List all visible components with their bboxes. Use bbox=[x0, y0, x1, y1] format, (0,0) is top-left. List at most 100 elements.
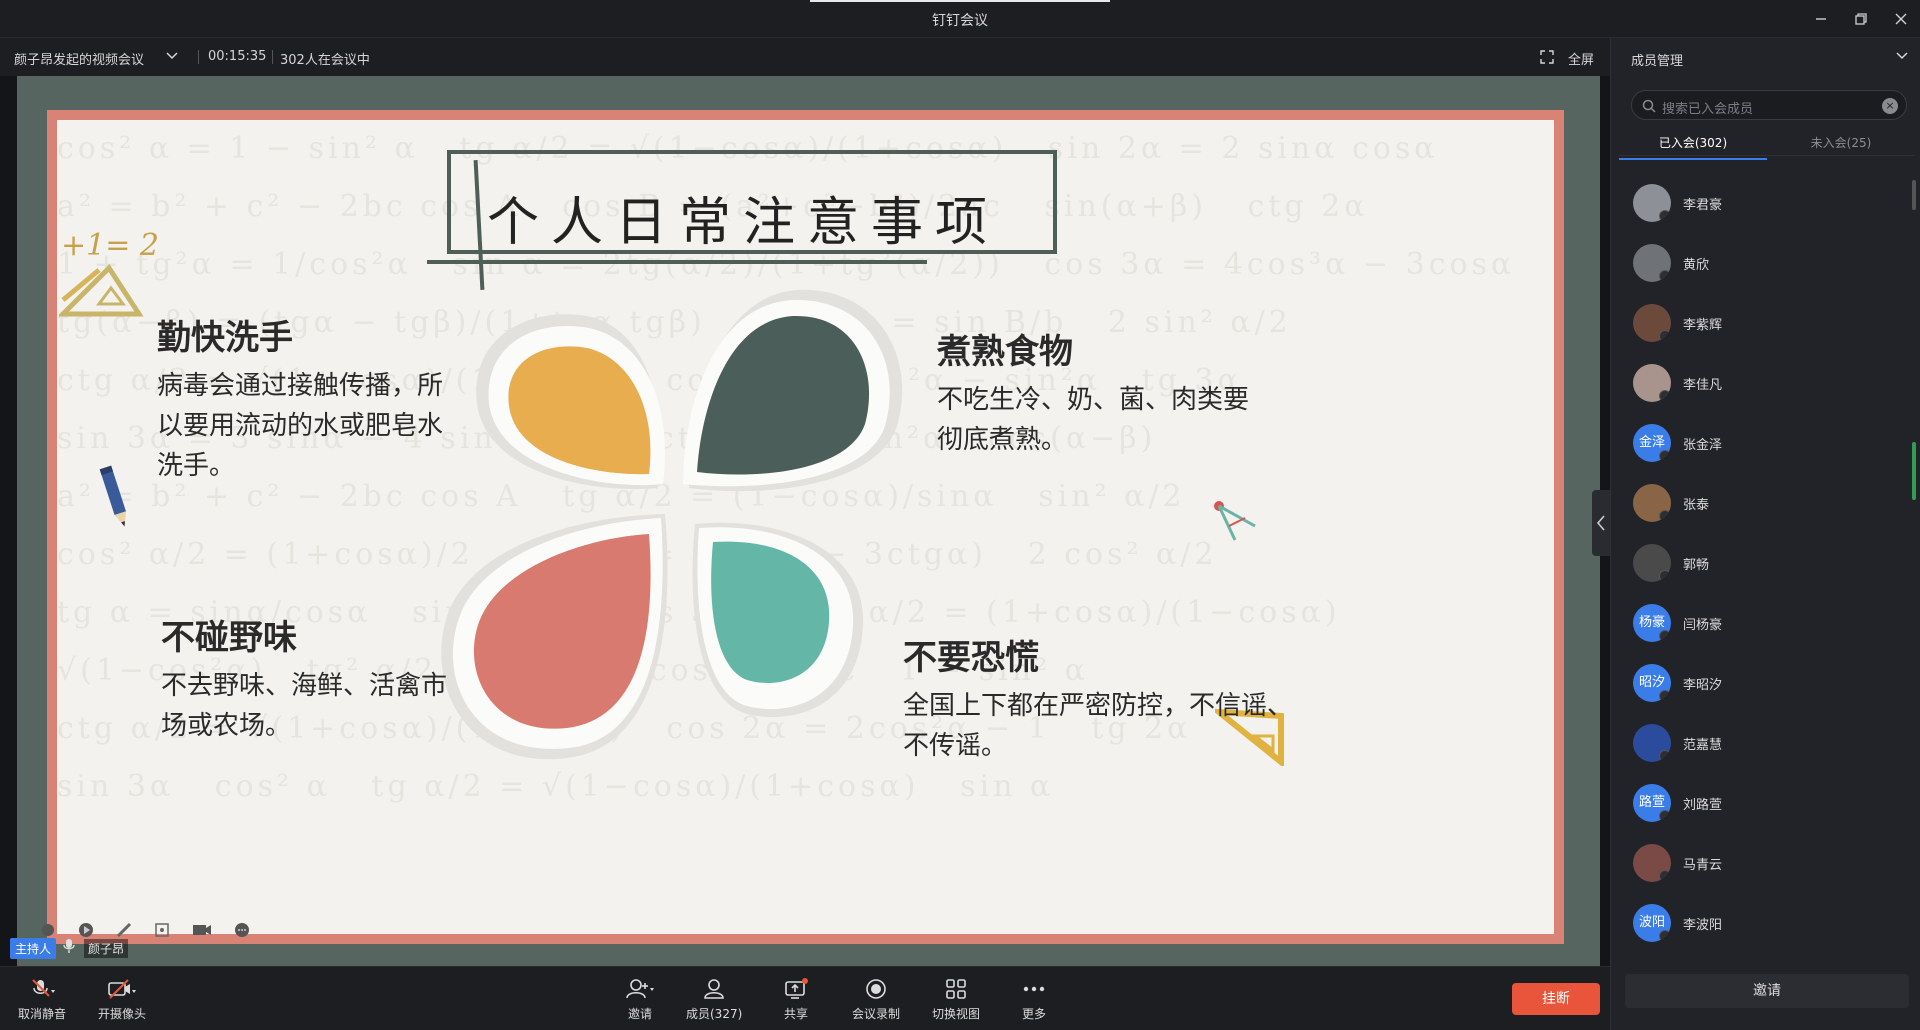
tab-joined-label: 已入会(302) bbox=[1658, 136, 1728, 150]
more-button[interactable]: 更多 bbox=[1016, 977, 1052, 1022]
member-name: 马青云 bbox=[1683, 858, 1723, 873]
restore-button[interactable] bbox=[1846, 6, 1876, 32]
section-text-line: 不吃生冷、奶、菌、肉类要 bbox=[937, 385, 1250, 415]
members-button[interactable]: 成员(327) bbox=[686, 977, 742, 1022]
section-heading: 不要恐慌 bbox=[903, 638, 1039, 678]
meeting-info-bar: 颜子昂发起的视频会议 00:15:35 302人在会议中 全屏 bbox=[0, 38, 1610, 76]
section-text-line: 彻底煮熟。 bbox=[937, 425, 1068, 455]
section-text: 病毒会通过接触传播，所 以要用流动的水或肥皂水 洗手。 bbox=[157, 366, 487, 486]
fullscreen-button[interactable]: 全屏 bbox=[1568, 49, 1594, 68]
pointer-icon[interactable] bbox=[40, 922, 56, 938]
mic-status-icon bbox=[1659, 810, 1671, 822]
tab-joined[interactable]: 已入会(302) bbox=[1619, 134, 1767, 160]
member-item[interactable]: 张泰 bbox=[1611, 472, 1911, 532]
member-item[interactable]: 路萱 刘路萱 bbox=[1611, 772, 1911, 832]
section-text: 不吃生冷、奶、菌、肉类要 彻底煮熟。 bbox=[937, 380, 1297, 460]
member-name: 黄欣 bbox=[1683, 258, 1710, 273]
member-item[interactable]: 黄欣 bbox=[1611, 232, 1911, 292]
meeting-title[interactable]: 颜子昂发起的视频会议 bbox=[14, 49, 144, 68]
record-icon bbox=[866, 979, 886, 999]
add-user-icon bbox=[626, 979, 654, 999]
section-text-line: 不去野味、海鲜、活禽市 bbox=[161, 671, 448, 701]
pencil-icon bbox=[99, 465, 126, 527]
meeting-toolbar: 取消静音 开摄像头 邀请 成员(327) 共享 会议录制 切换视图 更多 挂断 bbox=[0, 966, 1610, 1030]
more-icon bbox=[1023, 986, 1045, 992]
member-list: 李君豪 黄欣 李紫辉 李佳凡 金泽 张金泽 张泰 郭畅 杨豪 闫杨豪 昭汐 李昭汐 范嘉慧 路萱 刘路萱 马青… bbox=[1611, 172, 1911, 952]
collapse-panel-button[interactable] bbox=[1592, 490, 1610, 556]
scrollbar[interactable] bbox=[1912, 180, 1916, 210]
member-item[interactable]: 马青云 bbox=[1611, 832, 1911, 892]
video-icon[interactable] bbox=[192, 922, 212, 938]
compass-icon bbox=[1214, 501, 1256, 541]
member-name: 闫杨豪 bbox=[1683, 618, 1723, 633]
mic-status-icon bbox=[1659, 690, 1671, 702]
close-icon bbox=[1895, 13, 1907, 25]
switch-view-button[interactable]: 切换视图 bbox=[930, 977, 982, 1022]
tab-not-joined[interactable]: 未入会(25) bbox=[1767, 134, 1915, 151]
member-item[interactable]: 昭汐 李昭汐 bbox=[1611, 652, 1911, 712]
avatar bbox=[1633, 724, 1671, 762]
more-options-icon[interactable] bbox=[234, 922, 250, 938]
search-input[interactable]: 搜索已入会成员 bbox=[1662, 98, 1753, 117]
mute-label: 取消静音 bbox=[17, 1007, 66, 1021]
host-tag: 主持人 bbox=[10, 938, 57, 959]
mic-status-icon bbox=[1659, 390, 1671, 402]
avatar: 杨豪 bbox=[1633, 604, 1671, 642]
title-accent bbox=[810, 0, 1110, 2]
scrollbar-thumb[interactable] bbox=[1912, 442, 1916, 500]
avatar: 昭汐 bbox=[1633, 664, 1671, 702]
share-button[interactable]: 共享 bbox=[776, 977, 816, 1022]
camera-button[interactable]: 开摄像头 bbox=[94, 977, 150, 1022]
member-item[interactable]: 范嘉慧 bbox=[1611, 712, 1911, 772]
minimize-icon bbox=[1816, 18, 1826, 20]
screenshot-icon[interactable] bbox=[154, 922, 170, 938]
mic-status-icon bbox=[1659, 570, 1671, 582]
chevron-down-icon[interactable] bbox=[166, 52, 178, 60]
section-text-line: 场或农场。 bbox=[161, 711, 292, 741]
invite-label: 邀请 bbox=[627, 1007, 652, 1021]
member-item[interactable]: 李佳凡 bbox=[1611, 352, 1911, 412]
record-button[interactable]: 会议录制 bbox=[850, 977, 902, 1022]
slide: cos² α = 1 − sin² α tg α/2 = √(1−cosα)/(… bbox=[47, 110, 1564, 944]
share-screen-icon bbox=[785, 978, 808, 999]
pen-icon[interactable] bbox=[116, 922, 132, 938]
member-name: 范嘉慧 bbox=[1683, 738, 1723, 753]
divider bbox=[272, 50, 273, 64]
section-heading: 煮熟食物 bbox=[937, 332, 1073, 372]
microphone-icon bbox=[63, 939, 75, 953]
slide-frame: cos² α = 1 − sin² α tg α/2 = √(1−cosα)/(… bbox=[17, 76, 1600, 966]
play-icon[interactable] bbox=[78, 922, 94, 938]
member-name: 李佳凡 bbox=[1683, 378, 1723, 393]
member-tabs: 已入会(302) 未入会(25) bbox=[1619, 126, 1915, 160]
mic-status-icon bbox=[1659, 870, 1671, 882]
close-button[interactable] bbox=[1886, 6, 1916, 32]
member-item[interactable]: 杨豪 闫杨豪 bbox=[1611, 592, 1911, 652]
member-item[interactable]: 李紫辉 bbox=[1611, 292, 1911, 352]
member-name: 刘路萱 bbox=[1683, 798, 1723, 813]
petal-top-right bbox=[697, 315, 870, 475]
chevron-down-icon[interactable] bbox=[1896, 52, 1908, 60]
member-search[interactable]: 搜索已入会成员 × bbox=[1631, 90, 1907, 120]
member-item[interactable]: 金泽 张金泽 bbox=[1611, 412, 1911, 472]
invite-button[interactable]: 邀请 bbox=[618, 977, 662, 1022]
grid-view-icon bbox=[946, 979, 966, 999]
camera-off-icon bbox=[108, 979, 136, 999]
title-frame-line bbox=[427, 260, 927, 264]
avatar: 路萱 bbox=[1633, 784, 1671, 822]
member-item[interactable]: 郭畅 bbox=[1611, 532, 1911, 592]
member-item[interactable]: 李君豪 bbox=[1611, 172, 1911, 232]
minimize-button[interactable] bbox=[1806, 6, 1836, 32]
panel-title: 成员管理 bbox=[1631, 54, 1684, 69]
member-item[interactable]: 波阳 李波阳 bbox=[1611, 892, 1911, 952]
avatar bbox=[1633, 244, 1671, 282]
mute-button[interactable]: 取消静音 bbox=[14, 977, 70, 1022]
panel-invite-button[interactable]: 邀请 bbox=[1625, 974, 1909, 1008]
fullscreen-icon[interactable] bbox=[1540, 50, 1554, 64]
hang-up-button[interactable]: 挂断 bbox=[1512, 983, 1600, 1015]
member-name: 郭畅 bbox=[1683, 558, 1710, 573]
section-text: 全国上下都在严密防控，不信谣、 不传谣。 bbox=[903, 686, 1303, 766]
window-title: 钉钉会议 bbox=[932, 13, 988, 29]
section-heading: 不碰野味 bbox=[161, 618, 297, 658]
avatar-text: 昭汐 bbox=[1638, 675, 1665, 690]
clear-search-icon[interactable]: × bbox=[1882, 98, 1898, 114]
